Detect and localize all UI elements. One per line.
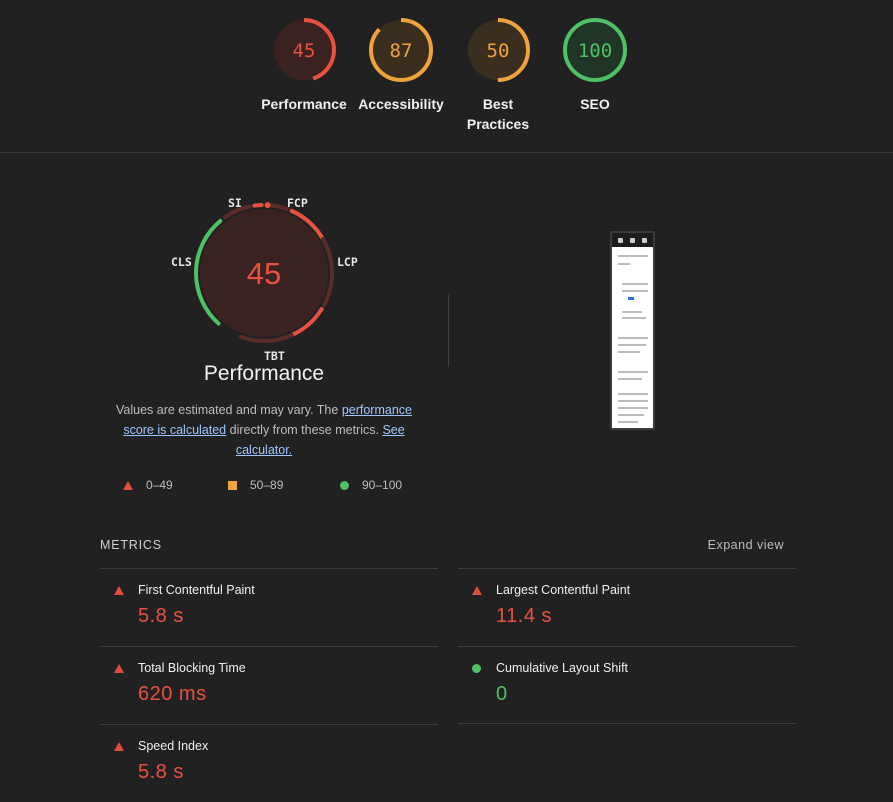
tag-fcp: FCP [287,196,308,210]
performance-breakdown-gauge: 45 SI FCP LCP TBT CLS [164,190,364,363]
metric-name: Largest Contentful Paint [496,583,631,597]
metric-total-blocking-time[interactable]: Total Blocking Time 620 ms [100,646,438,724]
gauge-accessibility[interactable]: 87 Accessibility [351,16,451,114]
metric-speed-index[interactable]: Speed Index 5.8 s [100,724,438,802]
gauge-best-practices-label: Best Practices [466,96,530,132]
gauge-performance[interactable]: 45 Performance [254,16,354,114]
segment-si-filled [252,203,264,208]
metric-name: Total Blocking Time [138,661,246,675]
gauge-accessibility-label: Accessibility [358,96,444,112]
best-practices-score: 50 [487,40,510,62]
big-performance-score: 45 [247,256,281,291]
circle-icon [340,480,349,490]
accessibility-score: 87 [390,40,413,62]
metric-value: 0 [496,683,508,705]
legend-pass: 90–100 [340,478,402,492]
legend-pass-label: 90–100 [362,478,403,492]
metric-largest-contentful-paint[interactable]: Largest Contentful Paint 11.4 s [458,568,796,646]
gauge-best-practices[interactable]: 50 Best Practices [448,16,548,134]
accessibility-gauge-ring: 87 [369,18,433,82]
score-description: Values are estimated and may vary. The p… [104,400,424,460]
metric-divider [458,723,796,724]
segment-fcp [265,203,290,212]
metrics-header: METRICS Expand view [100,538,796,554]
gauge-seo[interactable]: 100 SEO [545,16,645,114]
tag-si: SI [228,196,242,210]
performance-gauge-ring: 45 [272,18,336,82]
metrics-title: METRICS [100,538,162,552]
metric-cumulative-layout-shift[interactable]: Cumulative Layout Shift 0 [458,646,796,724]
segment-fcp-marker [264,202,271,209]
desc-text-1: Values are estimated and may vary. The [116,403,342,417]
metric-first-contentful-paint[interactable]: First Contentful Paint 5.8 s [100,568,438,646]
performance-score: 45 [293,40,316,62]
triangle-icon [123,480,133,490]
performance-breakdown-ring: 45 [194,202,334,343]
metric-name: First Contentful Paint [138,583,255,597]
best-practices-gauge-ring: 50 [466,18,530,82]
legend-fail: 0–49 [123,478,173,492]
metric-value: 11.4 s [496,605,552,627]
legend-average: 50–89 [228,478,283,492]
performance-title: Performance [203,362,325,385]
legend-fail-label: 0–49 [146,478,173,492]
square-icon [228,480,237,490]
final-screenshot-thumbnail[interactable] [610,231,655,430]
tag-tbt: TBT [264,349,285,363]
vertical-separator [448,295,449,367]
thumbnail-toolbar [612,233,653,247]
category-gauges: 45 Performance 87 Accessibility 50 Best … [0,0,893,153]
metric-name: Speed Index [138,739,209,753]
legend-average-label: 50–89 [250,478,284,492]
seo-gauge-ring: 100 [563,18,627,82]
metric-value: 5.8 s [138,761,184,783]
tag-cls: CLS [171,255,192,269]
gauge-seo-label: SEO [580,96,610,112]
tag-lcp: LCP [337,255,358,269]
desc-text-2: directly from these metrics. [226,423,383,437]
metric-value: 5.8 s [138,605,184,627]
fail-triangle-icon [472,586,482,595]
fail-triangle-icon [114,664,124,673]
metric-name: Cumulative Layout Shift [496,661,629,675]
metric-value: 620 ms [138,683,207,705]
seo-score: 100 [578,40,612,62]
expand-view-button[interactable]: Expand view [708,538,784,552]
fail-triangle-icon [114,586,124,595]
gauge-performance-label: Performance [261,96,347,112]
fail-triangle-icon [114,742,124,751]
header-divider [0,152,893,153]
pass-circle-icon [472,664,481,673]
